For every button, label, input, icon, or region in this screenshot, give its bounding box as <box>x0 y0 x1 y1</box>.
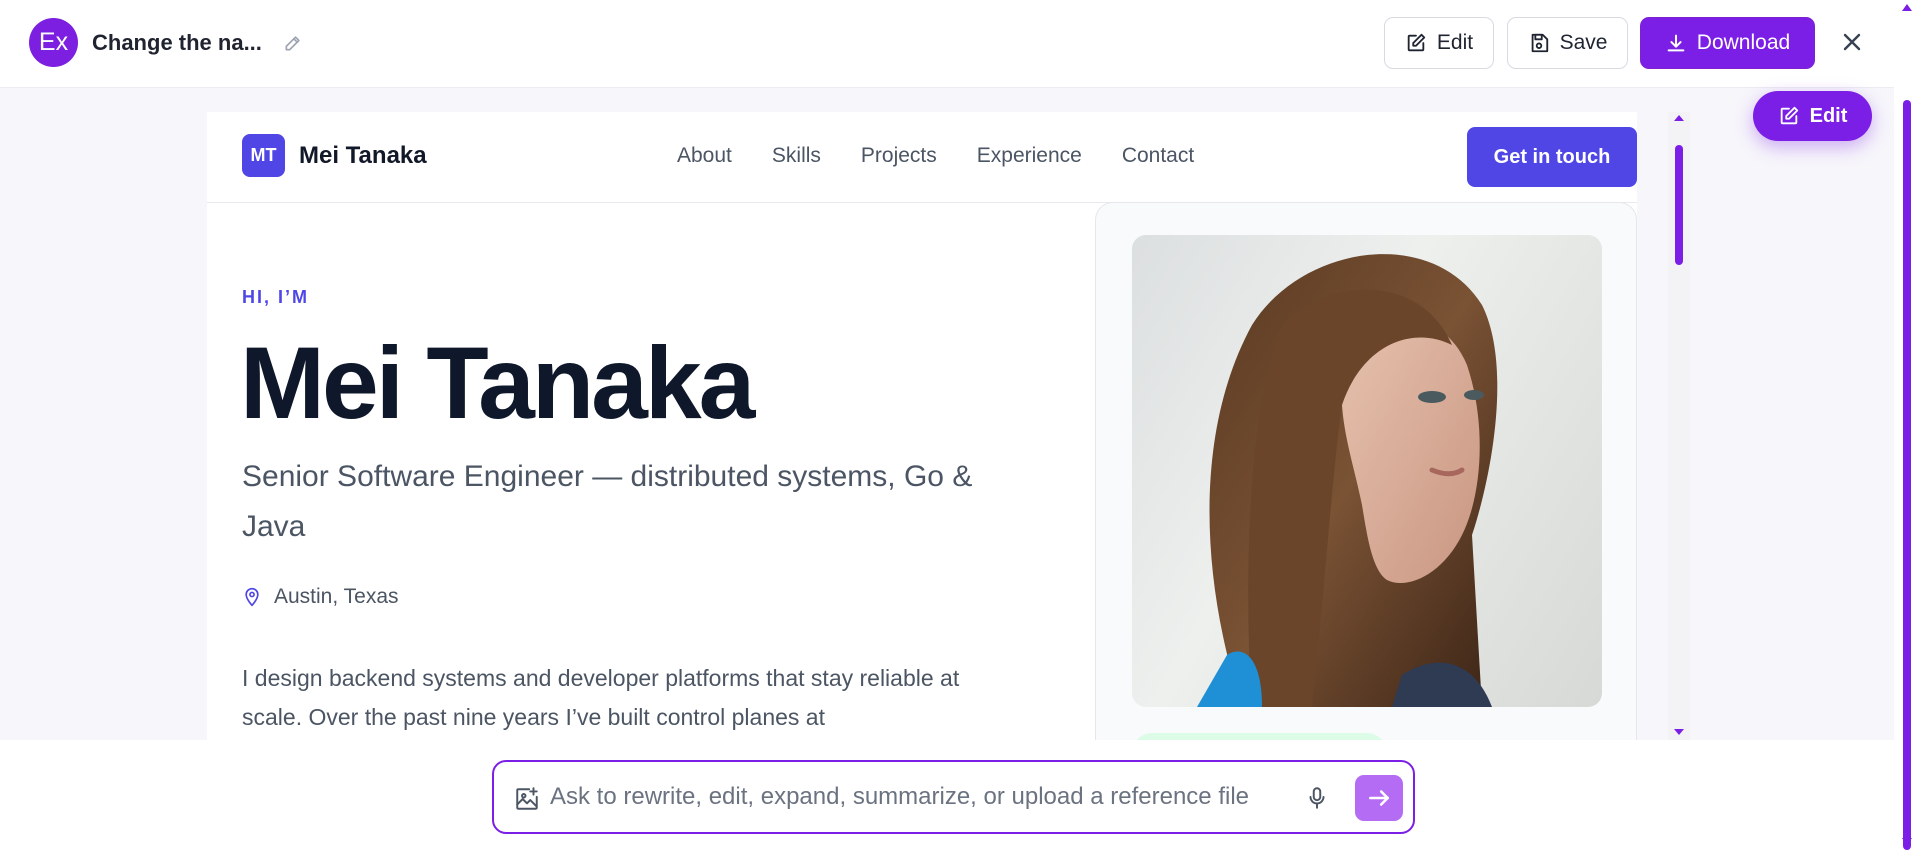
hero-name: Mei Tanaka <box>240 326 755 440</box>
nav-link-experience[interactable]: Experience <box>977 144 1082 168</box>
scroll-up-arrow[interactable] <box>1674 115 1684 121</box>
preview-scrollbar[interactable] <box>1668 112 1690 740</box>
arrow-right-icon <box>1369 790 1389 806</box>
save-button[interactable]: Save <box>1507 17 1628 69</box>
save-icon <box>1531 33 1548 53</box>
nav-link-contact[interactable]: Contact <box>1122 144 1194 168</box>
app-toolbar: Ex Change the na... Edit Save Download <box>0 0 1921 88</box>
pencil-icon[interactable] <box>283 33 303 53</box>
edit-button[interactable]: Edit <box>1384 17 1494 69</box>
download-icon <box>1667 34 1685 52</box>
hero-role: Senior Software Engineer — distributed s… <box>242 460 973 543</box>
nav-links: About Skills Projects Experience Contact <box>677 144 1194 168</box>
map-pin-icon <box>245 587 259 607</box>
hero-eyebrow: HI, I’M <box>242 287 309 307</box>
profile-photo <box>1132 235 1602 707</box>
window-scrollbar[interactable] <box>1894 0 1921 852</box>
location: Austin, Texas <box>242 585 399 609</box>
nav-link-projects[interactable]: Projects <box>861 144 937 168</box>
mic-icon[interactable] <box>1304 784 1330 812</box>
get-in-touch-button[interactable]: Get in touch <box>1467 127 1637 187</box>
scroll-down-arrow[interactable] <box>1674 729 1684 735</box>
status-badge <box>1132 733 1387 740</box>
avatar[interactable]: Ex <box>29 18 78 67</box>
close-icon[interactable] <box>1840 30 1864 54</box>
nav-link-skills[interactable]: Skills <box>772 144 821 168</box>
nav-link-about[interactable]: About <box>677 144 732 168</box>
send-button[interactable] <box>1355 775 1403 821</box>
location-text: Austin, Texas <box>274 585 399 608</box>
profile-card <box>1095 202 1637 740</box>
edit-icon <box>1780 106 1798 125</box>
floating-edit-label: Edit <box>1809 104 1848 127</box>
site-navbar: MT Mei Tanaka About Skills Projects Expe… <box>207 112 1637 203</box>
prompt-composer <box>492 760 1415 834</box>
hero-bio: I design backend systems and developer p… <box>242 665 960 730</box>
download-button[interactable]: Download <box>1640 17 1815 69</box>
download-button-label: Download <box>1696 31 1791 54</box>
portrait-illustration <box>1197 254 1498 707</box>
window-scroll-thumb[interactable] <box>1903 100 1911 850</box>
logo-name[interactable]: Mei Tanaka <box>299 142 427 170</box>
prompt-input[interactable] <box>550 774 1290 820</box>
window-scroll-down-arrow[interactable] <box>1902 838 1912 845</box>
edit-icon <box>1407 33 1426 52</box>
save-button-label: Save <box>1559 31 1608 54</box>
floating-edit-button[interactable]: Edit <box>1753 91 1872 141</box>
window-scroll-up-arrow[interactable] <box>1902 4 1912 11</box>
edit-button-label: Edit <box>1436 31 1474 54</box>
site-preview: MT Mei Tanaka About Skills Projects Expe… <box>207 112 1637 740</box>
document-title[interactable]: Change the na... <box>92 30 262 56</box>
logo-badge[interactable]: MT <box>242 134 285 177</box>
image-upload-icon[interactable] <box>514 786 540 812</box>
scroll-thumb[interactable] <box>1675 145 1683 265</box>
